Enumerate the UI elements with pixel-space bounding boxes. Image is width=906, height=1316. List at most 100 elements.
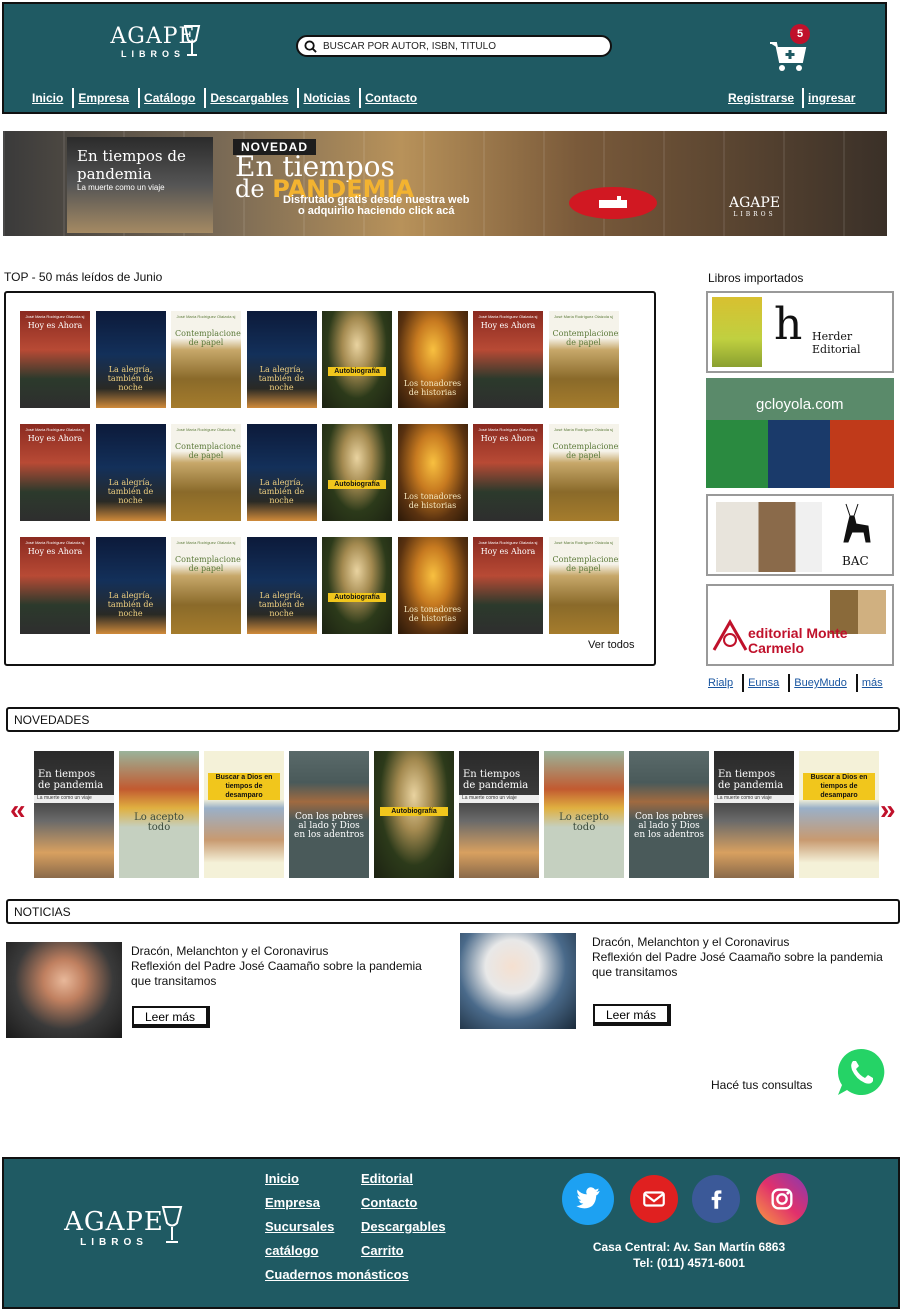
cart-icon[interactable] bbox=[768, 40, 808, 72]
carousel-prev-icon[interactable]: « bbox=[10, 796, 26, 824]
whatsapp-icon[interactable] bbox=[835, 1046, 887, 1098]
nav-empresa[interactable]: Empresa bbox=[74, 88, 141, 108]
book-cover[interactable]: Buscar a Dios en tiempos de desamparo bbox=[799, 751, 879, 878]
register-link[interactable]: Registrarse bbox=[724, 88, 805, 108]
footer-logo-sub: LIBROS bbox=[80, 1237, 148, 1248]
book-author: José María Rodríguez Olaizola sj bbox=[25, 540, 85, 545]
facebook-icon[interactable] bbox=[692, 1175, 740, 1223]
news-headline-1: Dracón, Melanchton y el Coronavirus bbox=[131, 944, 329, 958]
read-more-button-2[interactable]: Leer más bbox=[593, 1004, 671, 1026]
nav-catalogo[interactable]: Catálogo bbox=[140, 88, 207, 108]
book-cover[interactable]: José María Rodríguez Olaizola sj Hoy es A… bbox=[473, 537, 543, 634]
book-cover[interactable]: Lo acepto todo bbox=[544, 751, 624, 878]
news-image-1[interactable] bbox=[6, 942, 122, 1038]
book-author: José María Rodríguez Olaizola sj bbox=[176, 314, 236, 319]
top-books-grid: José María Rodríguez Olaizola sj Hoy es A… bbox=[20, 311, 619, 634]
user-nav: Registrarse ingresar bbox=[724, 88, 863, 108]
book-cover[interactable]: Los tonadores de historias bbox=[397, 424, 468, 521]
book-cover[interactable]: Con los pobres al lado y Dios en los ade… bbox=[289, 751, 369, 878]
book-cover[interactable]: Autobiografía bbox=[322, 537, 392, 634]
book-cover[interactable]: José María Rodríguez Olaizola sj Contempl… bbox=[171, 537, 241, 634]
nav-contacto[interactable]: Contacto bbox=[361, 88, 426, 108]
book-cover[interactable]: Autobiografía bbox=[322, 424, 392, 521]
book-author: José María Rodríguez Olaizola sj bbox=[478, 540, 538, 545]
book-cover[interactable]: José María Rodríguez Olaizola sj Contempl… bbox=[548, 424, 619, 521]
monte-carmelo-logo-icon bbox=[712, 618, 748, 651]
login-link[interactable]: ingresar bbox=[804, 88, 863, 108]
footer-logo[interactable]: AGAPE LIBROS bbox=[54, 1207, 174, 1248]
search-bar[interactable] bbox=[296, 35, 612, 57]
book-cover[interactable]: Autobiografía bbox=[322, 311, 392, 408]
site-footer: AGAPE LIBROS Inicio Empresa Sucursales c… bbox=[2, 1157, 900, 1309]
book-cover[interactable]: La alegría, también de noche bbox=[95, 537, 166, 634]
publisher-bac[interactable]: BAC bbox=[706, 494, 894, 576]
publisher-monte-carmelo[interactable]: editorial Monte Carmelo bbox=[706, 584, 894, 666]
book-cover[interactable]: José María Rodríguez Olaizola sj Contempl… bbox=[548, 537, 619, 634]
noticias-header: NOTICIAS bbox=[6, 899, 900, 924]
book-cover[interactable]: José María Rodríguez Olaizola sj Hoy es A… bbox=[473, 424, 543, 521]
book-cover[interactable]: En tiempos de pandemia La muerte como un … bbox=[459, 751, 539, 878]
footer-phone: Tel: (011) 4571-6001 bbox=[633, 1256, 745, 1270]
book-cover[interactable]: La alegría, también de noche bbox=[246, 537, 317, 634]
book-cover[interactable]: José María Rodríguez Olaizola sj Contempl… bbox=[171, 311, 241, 408]
publisher-loyola[interactable]: gcloyola.com bbox=[706, 378, 894, 488]
footer-links-col2: Editorial Contacto Descargables Carrito bbox=[361, 1167, 446, 1263]
banner-cta-text: Disfrutalo gratis desde nuestra web o ad… bbox=[283, 195, 469, 217]
instagram-icon[interactable] bbox=[756, 1173, 808, 1225]
search-input[interactable] bbox=[323, 40, 593, 52]
promo-banner[interactable]: En tiempos de pandemia La muerte como un… bbox=[3, 131, 887, 236]
bac-name: BAC bbox=[842, 554, 869, 568]
book-cover[interactable]: La alegría, también de noche bbox=[246, 424, 317, 521]
book-cover[interactable]: La alegría, también de noche bbox=[95, 311, 166, 408]
banner-click-button[interactable] bbox=[569, 187, 657, 219]
book-cover[interactable]: José María Rodríguez Olaizola sj Hoy es A… bbox=[20, 311, 90, 408]
book-cover[interactable]: Lo acepto todo bbox=[119, 751, 199, 878]
link-rialp[interactable]: Rialp bbox=[704, 674, 745, 692]
book-cover[interactable]: En tiempos de pandemia La muerte como un … bbox=[714, 751, 794, 878]
book-author: José María Rodríguez Olaizola sj bbox=[478, 314, 538, 319]
mail-icon[interactable] bbox=[630, 1175, 678, 1223]
book-cover[interactable]: José María Rodríguez Olaizola sj Contempl… bbox=[548, 311, 619, 408]
nav-noticias[interactable]: Noticias bbox=[299, 88, 362, 108]
footer-link-editorial[interactable]: Editorial bbox=[361, 1167, 446, 1191]
book-title: Los tonadores de historias bbox=[403, 379, 462, 397]
link-mas[interactable]: más bbox=[858, 674, 892, 692]
book-cover[interactable]: Buscar a Dios en tiempos de desamparo bbox=[204, 751, 284, 878]
book-cover[interactable]: José María Rodríguez Olaizola sj Hoy es A… bbox=[473, 311, 543, 408]
publisher-herder[interactable]: h Herder Editorial bbox=[706, 291, 894, 373]
book-cover[interactable]: José María Rodríguez Olaizola sj Contempl… bbox=[171, 424, 241, 521]
book-cover[interactable]: Los tonadores de historias bbox=[397, 311, 468, 408]
banner-book-cover: En tiempos de pandemia La muerte como un… bbox=[67, 137, 213, 233]
book-cover[interactable]: Los tonadores de historias bbox=[397, 537, 468, 634]
carousel-next-icon[interactable]: » bbox=[880, 796, 896, 824]
book-author: José María Rodríguez Olaizola sj bbox=[554, 314, 613, 319]
link-bueymudo[interactable]: BueyMudo bbox=[790, 674, 858, 692]
twitter-icon[interactable] bbox=[562, 1173, 614, 1225]
loyola-name: gcloyola.com bbox=[756, 396, 844, 413]
book-cover[interactable]: Con los pobres al lado y Dios en los ade… bbox=[629, 751, 709, 878]
book-cover[interactable]: La alegría, también de noche bbox=[246, 311, 317, 408]
footer-link-carrito[interactable]: Carrito bbox=[361, 1239, 446, 1263]
nav-inicio[interactable]: Inicio bbox=[28, 88, 75, 108]
book-author: José María Rodríguez Olaizola sj bbox=[176, 540, 236, 545]
book-cover[interactable]: José María Rodríguez Olaizola sj Hoy es A… bbox=[20, 424, 90, 521]
see-all-link[interactable]: Ver todos bbox=[588, 639, 634, 651]
monte-carmelo-name: editorial Monte Carmelo bbox=[748, 625, 848, 656]
book-title: Autobiografía bbox=[328, 367, 386, 376]
book-cover[interactable]: José María Rodríguez Olaizola sj Hoy es A… bbox=[20, 537, 90, 634]
site-header: AGAPE LIBROS 5 Inicio Empresa Catálogo D… bbox=[2, 2, 887, 114]
book-cover[interactable]: La alegría, también de noche bbox=[95, 424, 166, 521]
footer-link-cuadernos[interactable]: Cuadernos monásticos bbox=[265, 1263, 409, 1287]
read-more-button-1[interactable]: Leer más bbox=[132, 1006, 210, 1028]
footer-link-descargables[interactable]: Descargables bbox=[361, 1215, 446, 1239]
book-cover[interactable]: En tiempos de pandemia La muerte como un … bbox=[34, 751, 114, 878]
news-image-2[interactable] bbox=[460, 933, 576, 1029]
banner-book-subtitle: La muerte como un viaje bbox=[77, 183, 165, 192]
link-eunsa[interactable]: Eunsa bbox=[744, 674, 791, 692]
footer-address-line: Casa Central: Av. San Martín 6863 bbox=[592, 1240, 786, 1254]
footer-link-contacto[interactable]: Contacto bbox=[361, 1191, 446, 1215]
nav-descargables[interactable]: Descargables bbox=[206, 88, 300, 108]
banner-logo-sub: LIBROS bbox=[733, 211, 776, 218]
book-cover[interactable]: Autobiografía bbox=[374, 751, 454, 878]
book-title: Hoy es Ahora bbox=[480, 547, 536, 556]
